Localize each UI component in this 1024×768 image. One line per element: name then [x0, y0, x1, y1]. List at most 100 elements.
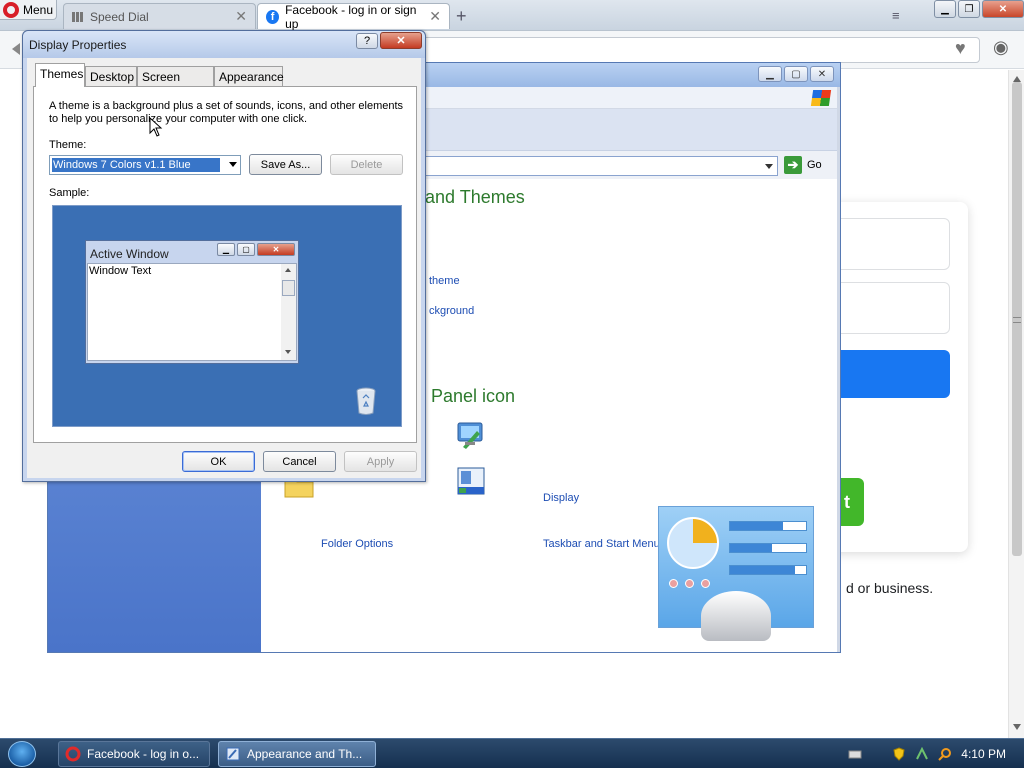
new-tab-button[interactable]: +: [456, 6, 467, 27]
address-field[interactable]: [422, 156, 778, 176]
user-account-icon[interactable]: ◉: [993, 37, 1009, 58]
opera-menu-button[interactable]: Menu: [0, 0, 57, 20]
folder-options-link[interactable]: Folder Options: [321, 538, 393, 550]
themes-panel: A theme is a background plus a set of so…: [33, 86, 417, 443]
back-arrow-icon[interactable]: [12, 43, 20, 55]
scroll-down-icon[interactable]: [1013, 724, 1021, 730]
sample-text-area: Window Text: [87, 263, 297, 361]
taskbar-start-menu-link[interactable]: Taskbar and Start Menu: [543, 538, 660, 550]
dialog-body: Themes Desktop Screen Saver Appearance A…: [27, 58, 421, 478]
scroll-up-icon: [285, 268, 291, 272]
change-theme-link[interactable]: theme: [429, 275, 460, 287]
go-arrow-icon: ➔: [784, 156, 802, 174]
help-button[interactable]: ?: [356, 33, 378, 49]
minimize-icon: ▁: [217, 243, 235, 256]
minimize-icon[interactable]: ▁: [934, 0, 956, 18]
delete-button[interactable]: Delete: [330, 154, 403, 175]
taskbar-item-label: Appearance and Th...: [247, 747, 363, 761]
dialog-title: Display Properties: [29, 38, 127, 52]
close-button[interactable]: ✕: [380, 32, 422, 49]
taskbar-item-label: Facebook - log in o...: [87, 747, 200, 761]
close-icon[interactable]: ✕: [810, 66, 834, 82]
theme-description: A theme is a background plus a set of so…: [49, 100, 404, 125]
bar-icon: [729, 521, 807, 531]
clock[interactable]: 4:10 PM: [961, 747, 1006, 761]
search-icon[interactable]: [938, 747, 952, 761]
scroll-grip-icon: [1013, 317, 1021, 323]
theme-label: Theme:: [49, 139, 87, 151]
go-label: Go: [807, 159, 822, 171]
tab-desktop[interactable]: Desktop: [85, 66, 137, 86]
login-button[interactable]: [830, 350, 950, 398]
tab-label: Speed Dial: [90, 9, 149, 24]
sample-scrollbar: [281, 264, 296, 360]
chevron-down-icon[interactable]: [229, 162, 237, 167]
taskbar-item-appearance[interactable]: Appearance and Th...: [218, 741, 376, 767]
tab-close-icon[interactable]: ✕: [429, 8, 441, 25]
opera-icon: [65, 746, 81, 762]
password-field[interactable]: [830, 282, 950, 334]
sample-window-title: Active Window: [90, 247, 169, 261]
scroll-thumb: [282, 280, 295, 296]
opera-menu-label: Menu: [23, 2, 54, 17]
theme-select[interactable]: Windows 7 Colors v1.1 Blue: [49, 155, 241, 175]
ok-button[interactable]: OK: [182, 451, 255, 472]
maximize-icon[interactable]: ▢: [784, 66, 808, 82]
control-panel-icon: [226, 747, 240, 761]
change-background-link[interactable]: ckground: [429, 305, 474, 317]
keyboard-icon[interactable]: [848, 747, 862, 761]
cancel-button[interactable]: Cancel: [263, 451, 336, 472]
tab-screen-saver[interactable]: Screen Saver: [137, 66, 214, 98]
dialog-titlebar[interactable]: Display Properties ? ✕: [23, 31, 425, 58]
dot-icon: [669, 579, 678, 588]
restore-icon[interactable]: ❐: [958, 0, 980, 18]
close-icon[interactable]: ✕: [982, 0, 1024, 18]
tab-close-icon[interactable]: ✕: [235, 8, 247, 25]
address-bar[interactable]: [420, 37, 980, 63]
close-icon: ✕: [257, 243, 295, 256]
dish-icon: [701, 591, 771, 641]
pie-chart-icon: [667, 517, 719, 569]
maximize-icon: ▢: [237, 243, 255, 256]
taskbar-item-facebook[interactable]: Facebook - log in o...: [58, 741, 210, 767]
dropdown-arrow-icon[interactable]: [765, 164, 773, 169]
heart-icon[interactable]: ♥: [955, 38, 966, 59]
save-as-button[interactable]: Save As...: [249, 154, 322, 175]
dot-icon: [701, 579, 710, 588]
start-button[interactable]: [8, 741, 36, 767]
system-tray: 4:10 PM: [848, 739, 1024, 768]
sample-label: Sample:: [49, 187, 90, 199]
mouse-cursor-icon: [149, 117, 163, 137]
tab-themes[interactable]: Themes: [35, 63, 85, 87]
display-link[interactable]: Display: [543, 492, 579, 504]
taskbar-icon[interactable]: [455, 465, 487, 497]
go-button[interactable]: ➔ Go: [784, 156, 822, 174]
category-heading: and Themes: [425, 187, 525, 207]
sample-window-text: Window Text: [89, 265, 152, 277]
tab-label: Facebook - log in or sign up: [285, 2, 417, 31]
tab-menu-icon[interactable]: ≡: [892, 8, 900, 23]
speed-dial-grid-icon: [72, 11, 84, 22]
bar-icon: [729, 543, 807, 553]
display-properties-dialog: Display Properties ? ✕ Themes Desktop Sc…: [22, 30, 426, 482]
panel-icon-heading: Panel icon: [431, 386, 516, 406]
apply-button[interactable]: Apply: [344, 451, 417, 472]
windows-taskbar: Facebook - log in o... Appearance and Th…: [0, 738, 1024, 768]
tab-speed-dial[interactable]: Speed Dial ✕: [63, 3, 256, 29]
scroll-down-icon: [285, 350, 291, 354]
security-shield-icon[interactable]: [892, 747, 906, 761]
scroll-thumb[interactable]: [1012, 82, 1022, 556]
page-scrollbar[interactable]: [1008, 70, 1024, 738]
bar-icon: [729, 565, 807, 575]
display-icon[interactable]: [455, 419, 487, 451]
appearance-themes-illustration: [658, 506, 814, 641]
email-field[interactable]: [830, 218, 950, 270]
theme-select-value: Windows 7 Colors v1.1 Blue: [52, 158, 220, 172]
tab-appearance[interactable]: Appearance: [214, 66, 284, 86]
minimize-icon[interactable]: ▁: [758, 66, 782, 82]
tab-facebook[interactable]: f Facebook - log in or sign up ✕: [257, 2, 450, 31]
network-icon[interactable]: [915, 747, 929, 761]
browser-window-controls: ▁ ❐ ✕: [934, 0, 1024, 18]
facebook-favicon-icon: f: [266, 9, 280, 24]
windows-logo-icon: [810, 90, 832, 106]
